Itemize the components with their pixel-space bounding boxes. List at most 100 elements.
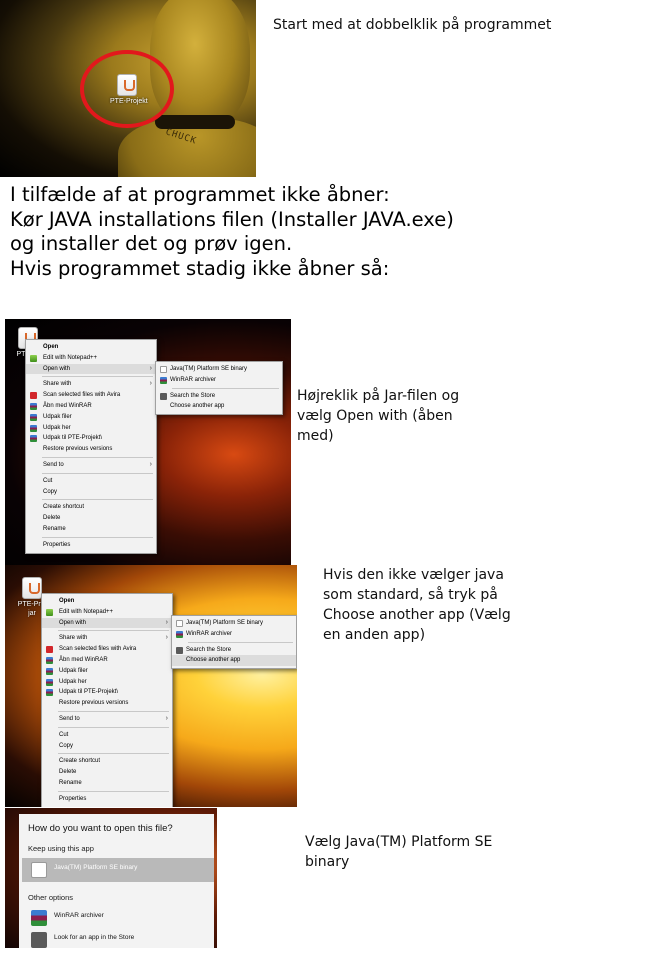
menu-item-label: Copy <box>59 742 74 749</box>
menu-item-scan-selected-files-with-avira[interactable]: Scan selected files with Avira <box>42 644 172 655</box>
menu-item-label: Share with <box>43 381 72 388</box>
menu-item-label: Restore previous versions <box>43 446 113 453</box>
open-with-dialog-screenshot: How do you want to open this file? Keep … <box>5 808 217 948</box>
store-icon <box>176 646 183 654</box>
menu-item-send-to[interactable]: Send to › <box>42 714 172 725</box>
menu-item-label: Rename <box>43 525 66 532</box>
menu-item-label: Choose another app <box>170 403 225 410</box>
menu-item-restore-previous-versions[interactable]: Restore previous versions <box>42 698 172 709</box>
menu-item-bn-med-winrar[interactable]: Åbn med WinRAR <box>42 655 172 666</box>
menu-item-udpak-filer[interactable]: Udpak filer <box>26 412 156 423</box>
menu-item-properties[interactable]: Properties <box>42 794 172 805</box>
menu-item-label: Udpak her <box>59 678 87 685</box>
menu-item-udpak-til-pte-projekt[interactable]: Udpak til PTE-Projekt\ <box>26 433 156 444</box>
menu-item-label: Search the Store <box>170 392 216 399</box>
menu-item-udpak-her[interactable]: Udpak her <box>42 677 172 688</box>
store-icon <box>160 392 167 400</box>
open-with-dialog: How do you want to open this file? Keep … <box>19 814 214 948</box>
menu-separator <box>42 472 153 474</box>
menu-separator <box>172 387 279 389</box>
winrar-icon <box>31 910 47 926</box>
menu-item-label: Edit with Notepad++ <box>43 354 98 361</box>
menu-item-copy[interactable]: Copy <box>42 741 172 752</box>
menu-item-properties[interactable]: Properties <box>26 540 156 551</box>
java-app-option[interactable]: Java(TM) Platform SE binary <box>22 858 214 882</box>
step2-caption: Højreklik på Jar-filen og vælg Open with… <box>297 386 459 446</box>
menu-item-search-the-store[interactable]: Search the Store <box>156 391 282 402</box>
menu-separator <box>58 710 169 712</box>
menu-item-rename[interactable]: Rename <box>26 524 156 535</box>
menu-item-restore-previous-versions[interactable]: Restore previous versions <box>26 444 156 455</box>
menu-item-label: Restore previous versions <box>59 700 129 707</box>
menu-item-udpak-her[interactable]: Udpak her <box>26 423 156 434</box>
menu-separator <box>58 753 169 755</box>
menu-item-edit-with-notepad[interactable]: Edit with Notepad++ <box>26 353 156 364</box>
step2-caption-line: Højreklik på Jar-filen og <box>297 388 460 404</box>
menu-item-copy[interactable]: Copy <box>26 487 156 498</box>
other-options-label: Other options <box>28 893 74 902</box>
step4-caption-line: binary <box>305 854 350 870</box>
step4-caption: Vælg Java(TM) Platform SE binary <box>305 832 492 872</box>
store-app-option[interactable]: Look for an app in the Store <box>22 930 214 948</box>
menu-item-send-to[interactable]: Send to › <box>26 460 156 471</box>
winrar-icon <box>46 667 53 675</box>
step3-caption-line: som standard, så tryk på <box>323 587 498 603</box>
menu-item-rename[interactable]: Rename <box>42 778 172 789</box>
menu-item-create-shortcut[interactable]: Create shortcut <box>26 502 156 513</box>
winrar-icon <box>30 424 37 432</box>
menu-item-share-with[interactable]: Share with › <box>42 633 172 644</box>
menu-item-bn-med-winrar[interactable]: Åbn med WinRAR <box>26 401 156 412</box>
menu-item-create-shortcut[interactable]: Create shortcut <box>42 756 172 767</box>
winrar-app-option[interactable]: WinRAR archiver <box>22 908 214 928</box>
desktop-screenshot-2: PTE-Pr OpenEdit with Notepad++Open with›… <box>5 319 291 565</box>
winrar-option-label: WinRAR archiver <box>54 912 104 919</box>
notice-text: I tilfælde af at programmet ikke åbner: … <box>10 183 630 281</box>
menu-item-winrar-archiver[interactable]: WinRAR archiver <box>156 375 282 386</box>
menu-separator <box>58 790 169 792</box>
menu-item-label: WinRAR archiver <box>186 630 233 637</box>
notepad-icon <box>46 608 53 616</box>
menu-item-label: Udpak til PTE-Projekt\ <box>59 689 119 696</box>
winrar-icon <box>46 678 53 686</box>
menu-item-java-tm-platform-se-binary[interactable]: Java(TM) Platform SE binary <box>156 364 282 375</box>
chevron-right-icon: › <box>165 634 168 642</box>
menu-item-winrar-archiver[interactable]: WinRAR archiver <box>172 629 296 640</box>
winrar-icon <box>46 689 53 697</box>
menu-item-label: Send to <box>43 461 64 468</box>
menu-item-open[interactable]: Open <box>42 596 172 607</box>
menu-item-choose-another-app[interactable]: Choose another app <box>156 401 282 412</box>
menu-item-share-with[interactable]: Share with › <box>26 379 156 390</box>
menu-item-label: Udpak filer <box>43 413 72 420</box>
step3-caption: Hvis den ikke vælger java som standard, … <box>323 565 511 645</box>
context-menu: Open Edit with Notepad++ Open with › Share w… <box>25 339 157 554</box>
menu-item-delete[interactable]: Delete <box>42 767 172 778</box>
avira-icon <box>30 392 37 400</box>
menu-item-cut[interactable]: Cut <box>42 730 172 741</box>
notice-line-1: I tilfælde af at programmet ikke åbner: <box>10 183 390 206</box>
menu-item-label: Udpak til PTE-Projekt\ <box>43 435 103 442</box>
menu-item-open[interactable]: Open <box>26 342 156 353</box>
winrar-icon <box>30 435 37 443</box>
menu-item-java-tm-platform-se-binary[interactable]: Java(TM) Platform SE binary <box>172 618 296 629</box>
menu-separator <box>188 641 293 643</box>
menu-item-label: Scan selected files with Avira <box>59 646 137 653</box>
menu-separator <box>42 536 153 538</box>
menu-separator <box>58 630 169 632</box>
chevron-right-icon: › <box>149 364 152 372</box>
menu-item-udpak-til-pte-projekt[interactable]: Udpak til PTE-Projekt\ <box>42 687 172 698</box>
menu-item-search-the-store[interactable]: Search the Store <box>172 645 296 656</box>
menu-item-label: Delete <box>59 769 77 776</box>
chevron-right-icon: › <box>165 618 168 626</box>
menu-item-choose-another-app[interactable]: Choose another app <box>172 655 296 667</box>
java-app-option-label: Java(TM) Platform SE binary <box>54 864 138 871</box>
menu-item-cut[interactable]: Cut <box>26 476 156 487</box>
menu-item-open-with[interactable]: Open with › <box>26 363 156 375</box>
menu-item-delete[interactable]: Delete <box>26 513 156 524</box>
store-option-label: Look for an app in the Store <box>54 934 135 941</box>
menu-separator <box>58 726 169 728</box>
step4-caption-line: Vælg Java(TM) Platform SE <box>305 834 493 850</box>
menu-item-edit-with-notepad[interactable]: Edit with Notepad++ <box>42 607 172 618</box>
menu-item-scan-selected-files-with-avira[interactable]: Scan selected files with Avira <box>26 390 156 401</box>
menu-item-udpak-filer[interactable]: Udpak filer <box>42 666 172 677</box>
menu-item-open-with[interactable]: Open with › <box>42 617 172 629</box>
